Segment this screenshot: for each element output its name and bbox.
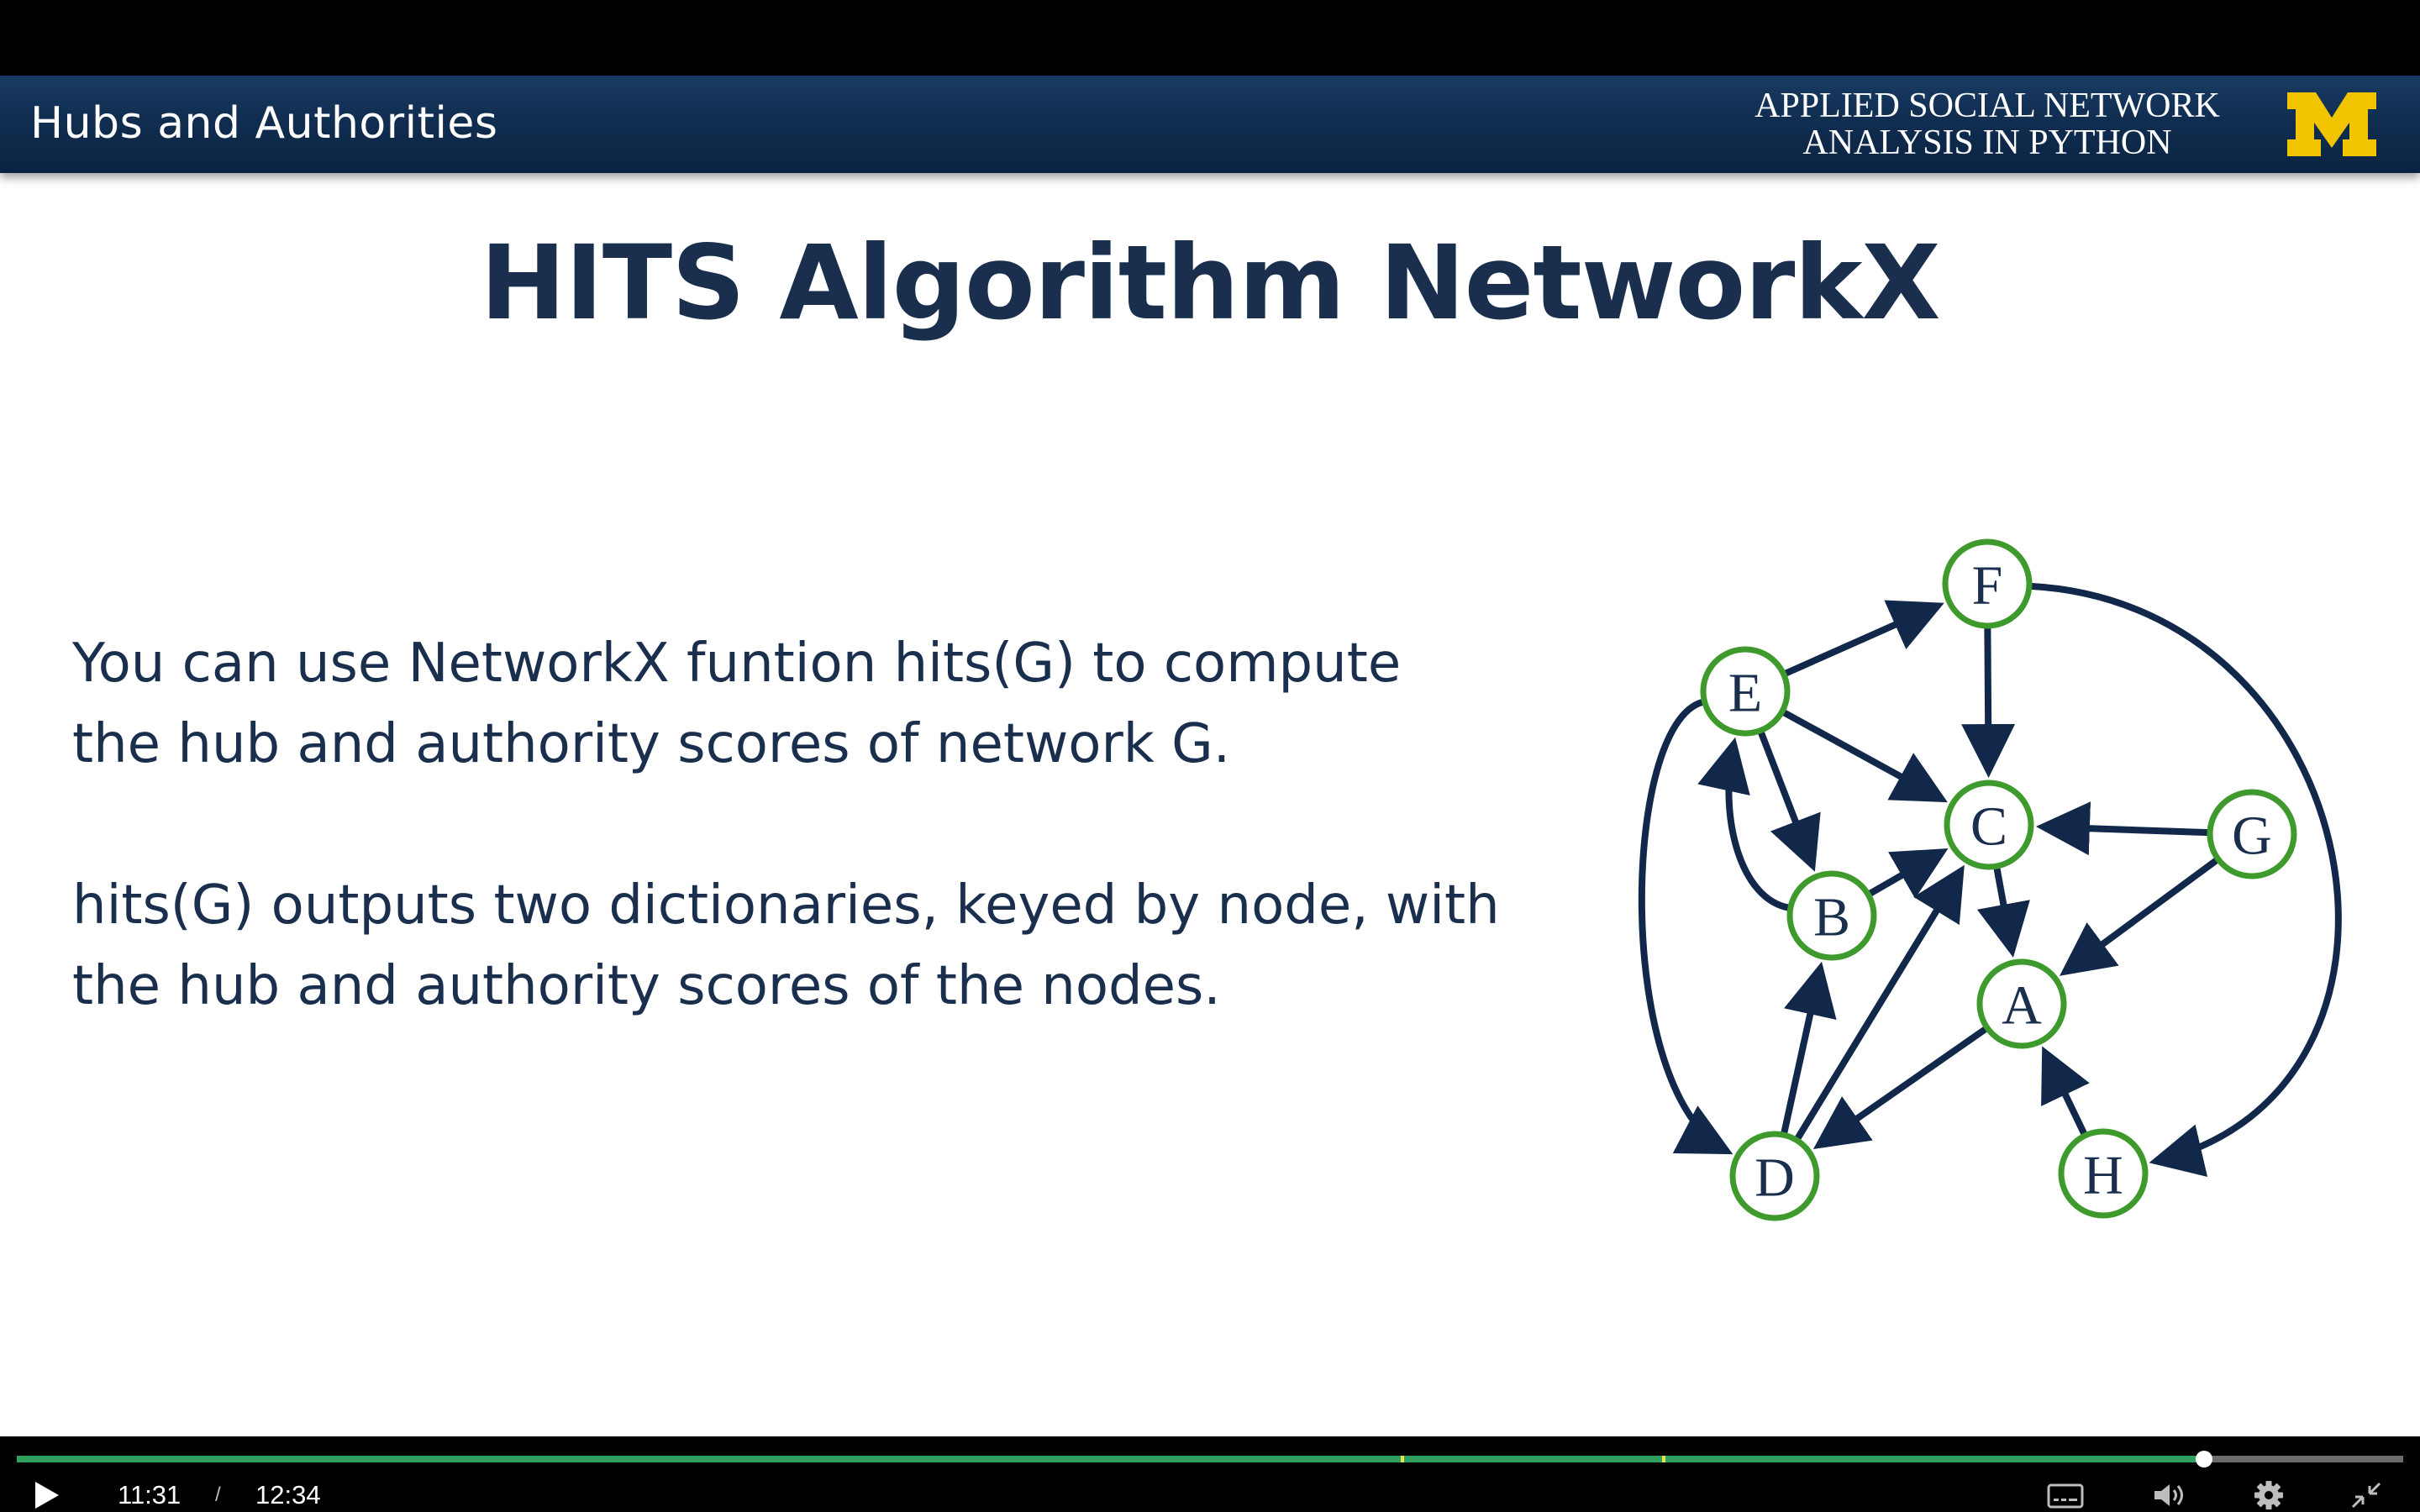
- graph-edge-g-to-c: [2035, 801, 2209, 856]
- graph-edge-b-to-c: [1868, 848, 1949, 899]
- slide-header: Hubs and Authorities APPLIED SOCIAL NETW…: [0, 76, 2420, 173]
- paragraph-hits-output: hits(G) outputs two dictionaries, keyed …: [72, 865, 1543, 1026]
- progress-handle[interactable]: [2196, 1451, 2213, 1467]
- course-title-line-1: APPLIED SOCIAL NETWORK: [1754, 87, 2220, 125]
- graph-node-label: B: [1813, 887, 1850, 948]
- graph-node-label: D: [1754, 1147, 1795, 1209]
- captions-icon[interactable]: [2044, 1478, 2087, 1512]
- paragraph-hits-usage: You can use NetworkX funtion hits(G) to …: [72, 623, 1543, 785]
- graph-edge-f-to-h: [2030, 582, 2342, 1177]
- slide: Hubs and Authorities APPLIED SOCIAL NETW…: [0, 76, 2420, 1436]
- graph-node-h: H: [2058, 1128, 2149, 1219]
- graph-node-label: G: [2232, 806, 2272, 867]
- paragraph-line: the hub and authority scores of network …: [72, 713, 1231, 775]
- paragraph-line: the hub and authority scores of the node…: [72, 955, 1221, 1017]
- graph-edge-e-to-b: [1757, 731, 1821, 872]
- graph-edge-f-to-c: [1961, 627, 2016, 779]
- network-graph: A B C D E F G H: [1638, 538, 2342, 1221]
- graph-edge-g-to-a: [2060, 857, 2219, 976]
- graph-node-label: E: [1728, 663, 1762, 724]
- graph-node-d: D: [1729, 1131, 1820, 1221]
- graph-node-f: F: [1942, 538, 2033, 629]
- graph-edge-c-to-a: [1976, 867, 2030, 958]
- graph-node-b: B: [1786, 870, 1877, 961]
- graph-edge-e-to-d: [1638, 698, 1733, 1155]
- university-logo: [2287, 92, 2376, 156]
- graph-edge-b-to-e: [1697, 737, 1790, 911]
- graph-node-e: E: [1700, 646, 1791, 737]
- graph-edge-a-to-d: [1812, 1026, 1988, 1149]
- course-title-line-2: ANALYSIS IN PYTHON: [1802, 123, 2172, 162]
- current-time: 11:31: [118, 1480, 182, 1509]
- graph-edge-h-to-a: [2041, 1046, 2090, 1136]
- total-time: 12:34: [255, 1480, 321, 1509]
- slide-title: HITS Algorithm NetworkX: [480, 223, 1940, 343]
- graph-edge-e-to-f: [1783, 600, 1944, 677]
- graph-node-label: A: [2002, 975, 2042, 1037]
- graph-node-g: G: [2207, 789, 2297, 879]
- graph-node-label: C: [1970, 796, 2007, 858]
- progress-bar[interactable]: [17, 1451, 2403, 1467]
- player-controls: 11:31 / 12:34: [0, 1436, 2420, 1512]
- video-player[interactable]: Hubs and Authorities APPLIED SOCIAL NETW…: [0, 0, 2420, 1512]
- time-separator: /: [215, 1483, 221, 1506]
- graph-node-label: F: [1972, 555, 2003, 617]
- paragraph-line: You can use NetworkX funtion hits(G) to …: [72, 633, 1402, 695]
- progress-played: [17, 1456, 2205, 1462]
- graph-edge-e-to-c: [1781, 709, 1948, 803]
- paragraph-line: hits(G) outputs two dictionaries, keyed …: [72, 874, 1500, 937]
- gear-icon[interactable]: [2247, 1478, 2291, 1512]
- course-title: APPLIED SOCIAL NETWORK ANALYSIS IN PYTHO…: [1731, 87, 2244, 161]
- graph-node-label: H: [2083, 1145, 2123, 1206]
- chapter-marker: [1401, 1456, 1404, 1462]
- play-icon[interactable]: [29, 1478, 66, 1512]
- graph-node-a: A: [1976, 958, 2067, 1049]
- chapter-marker: [1662, 1456, 1665, 1462]
- graph-node-c: C: [1944, 780, 2034, 870]
- volume-icon[interactable]: [2148, 1478, 2191, 1512]
- exit-fullscreen-icon[interactable]: [2344, 1478, 2388, 1512]
- section-title: Hubs and Authorities: [30, 98, 498, 149]
